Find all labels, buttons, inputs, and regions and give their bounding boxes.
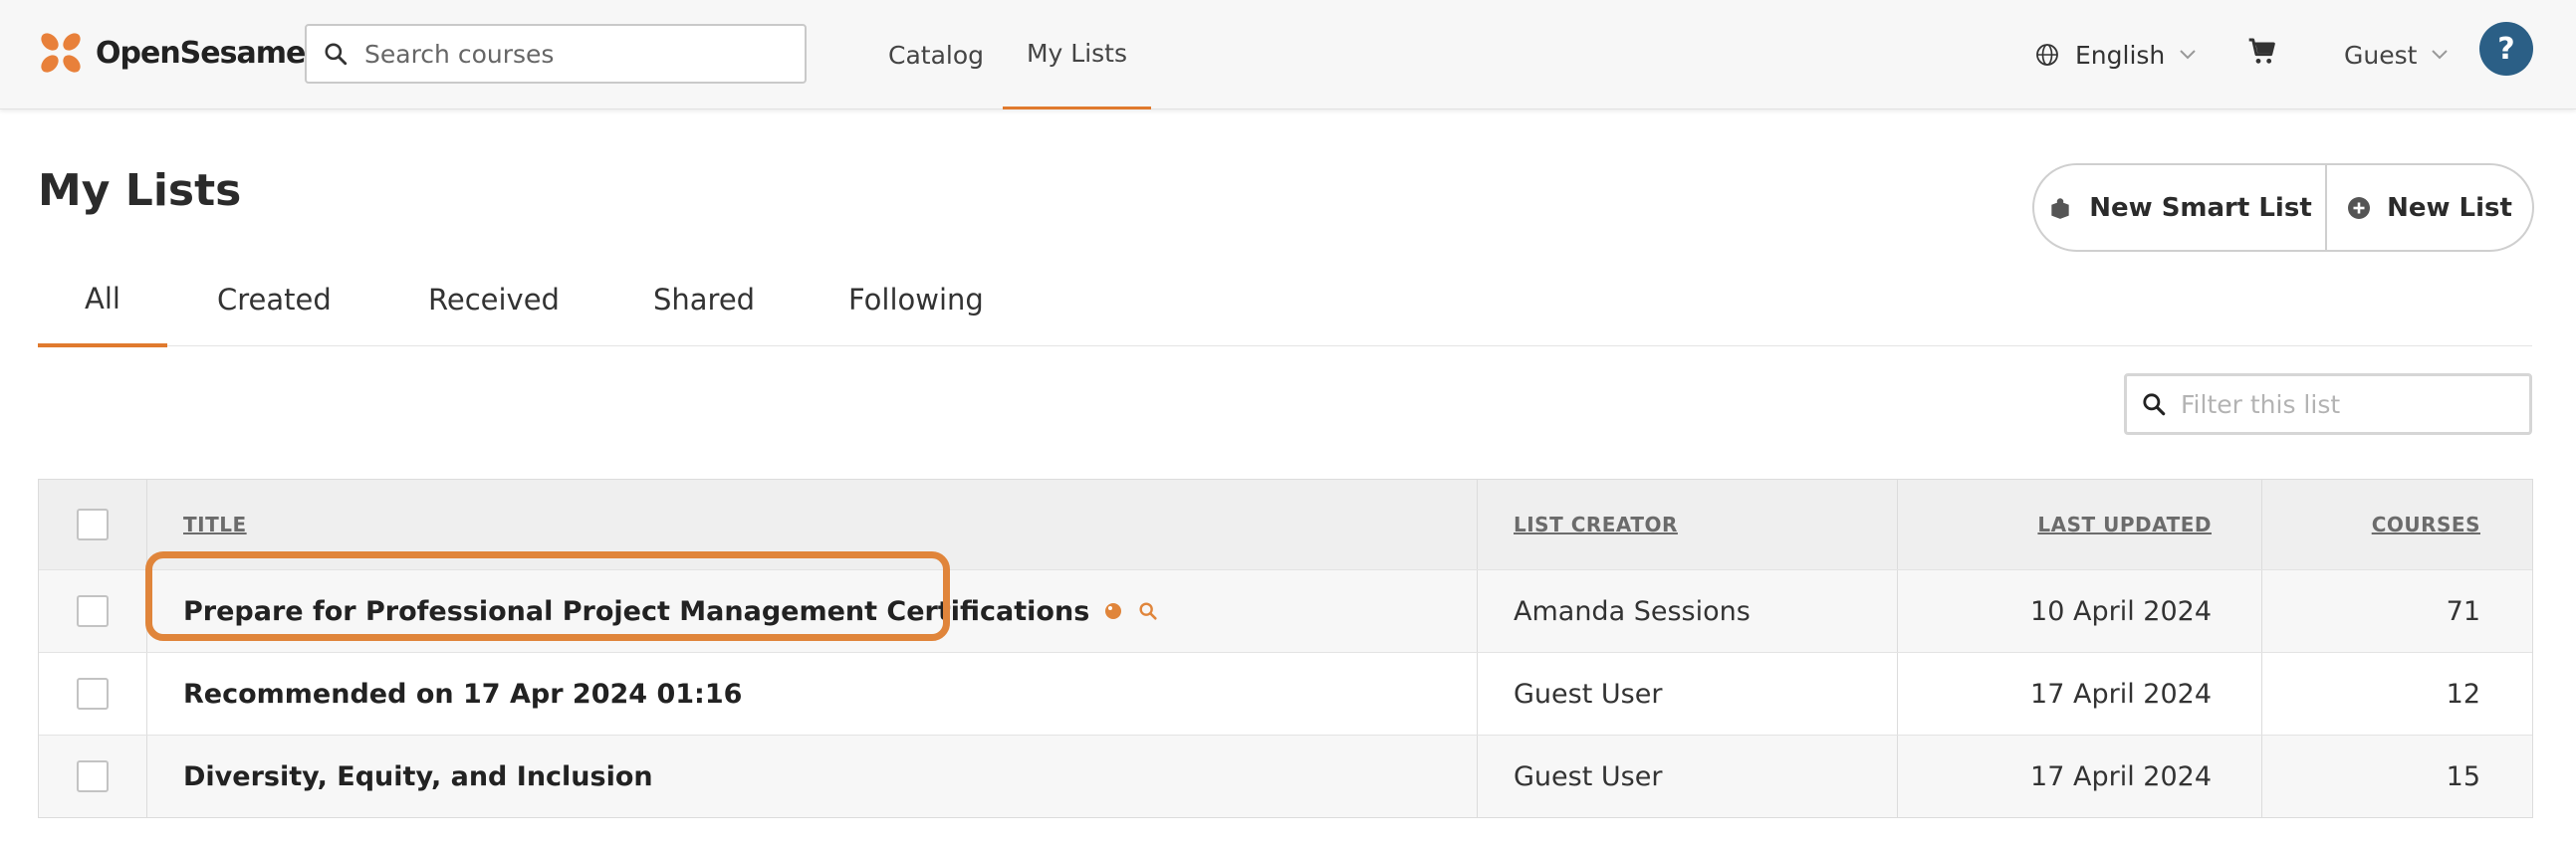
- updated-cell: 10 April 2024: [1898, 570, 2262, 652]
- updated-cell: 17 April 2024: [1898, 736, 2262, 817]
- search-icon: [2143, 393, 2166, 416]
- tag-icon[interactable]: [1103, 601, 1123, 621]
- column-header-creator[interactable]: LIST CREATOR: [1478, 480, 1898, 569]
- row-checkbox[interactable]: [77, 760, 109, 792]
- new-list-label: New List: [2387, 192, 2512, 223]
- nav-catalog-label: Catalog: [888, 40, 985, 70]
- list-filter[interactable]: [2124, 373, 2532, 435]
- page-title: My Lists: [38, 165, 242, 216]
- tab-shared[interactable]: Shared: [653, 253, 755, 346]
- opensesame-logo-icon: [41, 33, 81, 73]
- search-icon: [325, 43, 348, 66]
- column-header-title[interactable]: TITLE: [147, 480, 1478, 569]
- list-title-link[interactable]: Recommended on 17 Apr 2024 01:16: [183, 679, 742, 710]
- list-actions: New Smart List New List: [2032, 163, 2534, 252]
- course-search[interactable]: [305, 24, 807, 84]
- table-header-row: TITLE LIST CREATOR LAST UPDATED COURSES: [39, 480, 2532, 569]
- filter-input[interactable]: [2181, 389, 2519, 419]
- user-menu[interactable]: Guest: [2344, 0, 2449, 109]
- user-name: Guest: [2344, 40, 2418, 70]
- chevron-down-icon: [2432, 50, 2449, 60]
- select-all-checkbox[interactable]: [77, 509, 109, 540]
- tab-shared-label: Shared: [653, 283, 756, 317]
- brand-logo[interactable]: OpenSesame: [38, 30, 306, 76]
- updated-cell: 17 April 2024: [1898, 653, 2262, 735]
- creator-cell: Guest User: [1478, 736, 1898, 817]
- creator-cell: Guest User: [1478, 653, 1898, 735]
- tab-following[interactable]: Following: [848, 253, 984, 346]
- table-row: Recommended on 17 Apr 2024 01:16 Guest U…: [39, 652, 2532, 735]
- list-title-link[interactable]: Prepare for Professional Project Managem…: [183, 596, 1089, 627]
- tab-created-label: Created: [217, 283, 332, 317]
- row-icons: [1103, 600, 1173, 622]
- list-title-link[interactable]: Diversity, Equity, and Inclusion: [183, 761, 653, 792]
- title-cell: Recommended on 17 Apr 2024 01:16: [147, 653, 1478, 735]
- courses-cell: 15: [2446, 760, 2480, 792]
- tab-received-label: Received: [428, 283, 560, 317]
- chevron-down-icon: [2180, 50, 2196, 60]
- title-cell: Diversity, Equity, and Inclusion: [147, 736, 1478, 817]
- help-label: ?: [2497, 31, 2515, 67]
- tab-all[interactable]: All: [38, 253, 167, 347]
- plus-circle-icon: [2348, 196, 2371, 219]
- tab-all-label: All: [85, 281, 120, 316]
- smart-list-icon: [2051, 197, 2069, 219]
- globe-icon: [2036, 44, 2058, 66]
- new-list-button[interactable]: New List: [2327, 165, 2532, 250]
- table-row: Diversity, Equity, and Inclusion Guest U…: [39, 735, 2532, 817]
- list-tabs: All Created Received Shared Following: [38, 253, 2532, 347]
- courses-cell: 12: [2446, 678, 2480, 710]
- row-select-cell: [39, 570, 147, 652]
- row-select-cell: [39, 653, 147, 735]
- language-selector[interactable]: English: [2035, 0, 2197, 109]
- table-row: Prepare for Professional Project Managem…: [39, 550, 2532, 652]
- top-navigation-bar: OpenSesame Catalog My Lists English: [0, 0, 2576, 109]
- tab-received[interactable]: Received: [428, 253, 560, 346]
- row-checkbox[interactable]: [77, 595, 109, 627]
- new-smart-list-button[interactable]: New Smart List: [2034, 165, 2327, 250]
- cart-button[interactable]: [2246, 36, 2278, 72]
- select-all-cell: [39, 480, 147, 569]
- title-cell: Prepare for Professional Project Managem…: [145, 550, 1478, 652]
- language-label: English: [2075, 40, 2166, 70]
- title-wrap: Prepare for Professional Project Managem…: [145, 550, 1173, 641]
- lists-table: TITLE LIST CREATOR LAST UPDATED COURSES …: [38, 479, 2533, 818]
- creator-cell: Amanda Sessions: [1478, 570, 1898, 652]
- new-smart-list-label: New Smart List: [2089, 192, 2312, 223]
- column-header-last-updated[interactable]: LAST UPDATED: [1898, 480, 2262, 569]
- brand-name: OpenSesame: [96, 35, 306, 71]
- row-checkbox[interactable]: [77, 678, 109, 710]
- search-input[interactable]: [364, 39, 793, 69]
- search-icon[interactable]: [1137, 600, 1159, 622]
- row-select-cell: [39, 736, 147, 817]
- tab-following-label: Following: [848, 283, 984, 317]
- nav-catalog[interactable]: Catalog: [888, 0, 984, 109]
- nav-my-lists[interactable]: My Lists: [1003, 0, 1151, 109]
- courses-cell: 71: [2446, 595, 2480, 627]
- cart-icon: [2248, 38, 2275, 64]
- nav-my-lists-label: My Lists: [1026, 39, 1128, 68]
- tab-created[interactable]: Created: [217, 253, 332, 346]
- column-header-courses[interactable]: COURSES: [2262, 480, 2532, 569]
- help-button[interactable]: ?: [2479, 22, 2533, 76]
